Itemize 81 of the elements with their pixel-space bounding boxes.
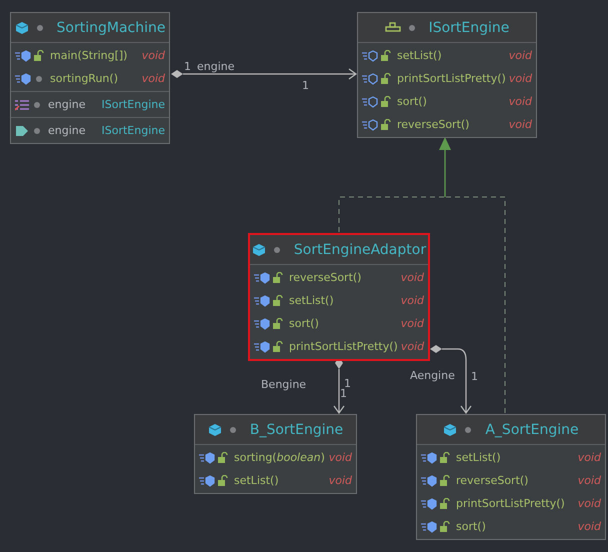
return-type: void (328, 451, 352, 464)
return-type: void (400, 294, 424, 307)
method-name: sort() (397, 95, 427, 108)
return-type: void (508, 118, 532, 131)
field-name: engine (48, 98, 86, 111)
method-icon (421, 498, 437, 510)
cube-icon (14, 20, 29, 34)
method-name: reverseSort() (289, 271, 362, 284)
return-type: void (508, 49, 532, 62)
method-icon (199, 452, 215, 464)
tag-icon (15, 124, 29, 136)
return-type: void (142, 72, 165, 85)
method-icon (254, 340, 270, 352)
edge-label: 1 (302, 79, 309, 92)
dot-icon (272, 244, 282, 255)
cube-icon (252, 242, 266, 256)
class-name: SortingMachine (56, 20, 166, 36)
dot-icon (463, 424, 474, 435)
class-name: B_SortEngine (250, 422, 344, 438)
return-type: void (328, 474, 352, 487)
return-type: void (508, 72, 532, 85)
method-icon (15, 50, 31, 62)
class-name: SortEngineAdaptor (294, 242, 426, 258)
method-name: printSortListPretty() (289, 340, 398, 353)
dot-icon (406, 22, 417, 33)
edge-label: engine (197, 60, 235, 73)
method-icon (362, 50, 378, 62)
class-box[interactable]: SortingMachine main(String[]) void sortingRun() void engine ISortEngine engine ISortEngine (10, 12, 170, 144)
class-name: ISortEngine (428, 20, 510, 36)
edge-label: Aengine (410, 369, 455, 382)
method-name: main(String[]) (50, 49, 128, 62)
return-type: void (578, 474, 601, 487)
edge-label: Bengine (261, 378, 306, 391)
edge-label: 1 (344, 377, 351, 390)
edge-label: 1 (184, 60, 191, 73)
method-icon (362, 96, 378, 108)
return-type: void (400, 340, 424, 353)
return-type: ISortEngine (102, 124, 165, 137)
method-name: reverseSort() (456, 474, 528, 487)
list-icon (15, 98, 29, 110)
class-box[interactable]: A_SortEngine setList() void reverseSort() void printSortListPretty() void sort() void (416, 414, 606, 540)
dot-icon (228, 424, 238, 435)
method-name: printSortListPretty() (456, 497, 565, 510)
return-type: void (142, 49, 165, 62)
return-type: void (508, 95, 532, 108)
method-icon (199, 474, 215, 486)
method-name: sort() (456, 520, 486, 533)
method-name: reverseSort() (397, 118, 470, 131)
class-box[interactable]: B_SortEngine sorting(boolean) void setList() void (194, 414, 357, 494)
class-box[interactable]: ISortEngine setList() void printSortListPretty() void sort() void reverseSort() void (357, 12, 537, 138)
method-name: setList() (397, 49, 442, 62)
method-icon (254, 294, 270, 306)
method-icon (421, 474, 437, 486)
method-name: printSortListPretty() (397, 72, 506, 85)
return-type: void (578, 497, 601, 510)
edge-label: 1 (340, 387, 347, 400)
class-name: A_SortEngine (485, 422, 579, 438)
method-icon (362, 118, 378, 130)
method-name: setList() (456, 451, 501, 464)
method-name: sort() (289, 317, 319, 330)
method-icon (421, 452, 437, 464)
method-name: sorting(boolean) (234, 451, 325, 464)
return-type: void (578, 451, 601, 464)
return-type: void (578, 520, 601, 533)
method-icon (254, 318, 270, 330)
edge-label: 1 (471, 370, 478, 383)
method-icon (254, 272, 270, 284)
method-icon (362, 72, 378, 84)
cube-icon (208, 422, 222, 436)
return-type: void (400, 317, 424, 330)
method-name: setList() (289, 294, 334, 307)
method-icon (421, 520, 437, 532)
cube-icon (443, 422, 458, 436)
method-name: sortingRun() (50, 72, 118, 85)
method-name: setList() (234, 474, 279, 487)
class-box[interactable]: SortEngineAdaptor reverseSort() void setList() void sort() void printSortListPretty() void (248, 233, 430, 361)
return-type: ISortEngine (102, 98, 165, 111)
method-icon (15, 72, 31, 84)
return-type: void (400, 271, 424, 284)
field-name: engine (48, 124, 86, 137)
dot-icon (34, 22, 45, 33)
